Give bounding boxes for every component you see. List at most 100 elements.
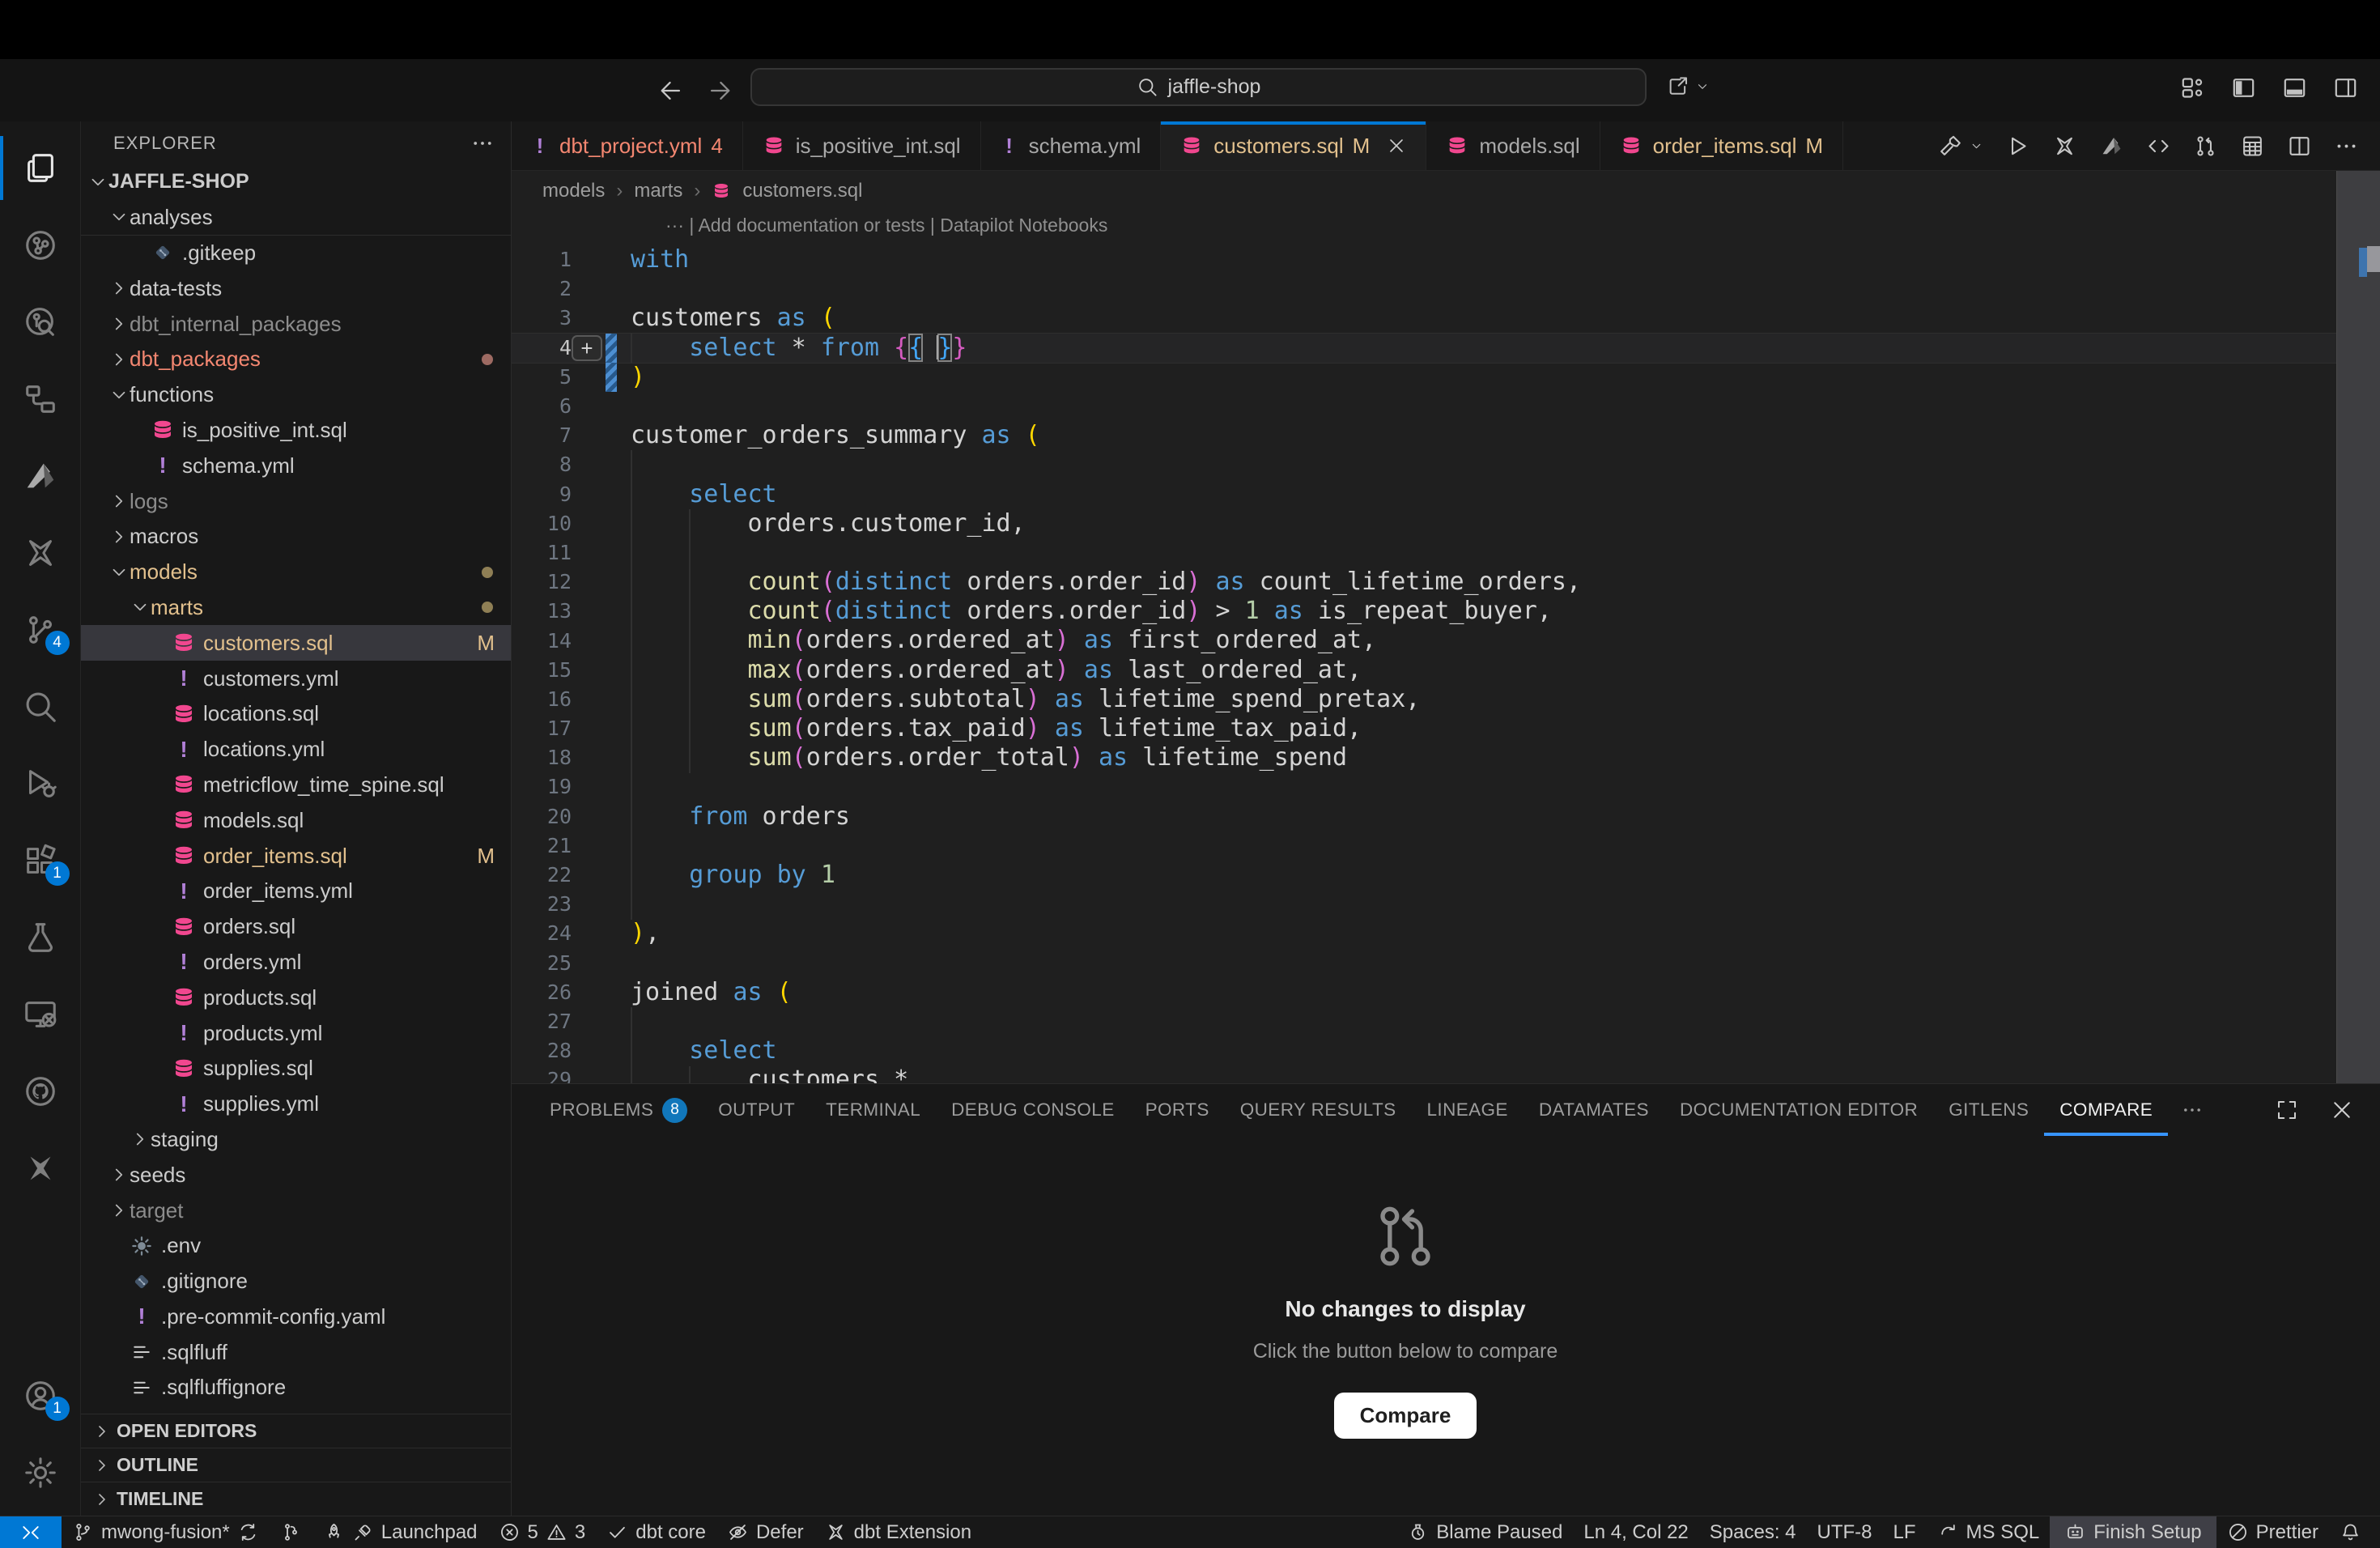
tab-schema.yml[interactable]: !schema.yml — [981, 121, 1162, 170]
status-prettier[interactable]: Prettier — [2216, 1516, 2329, 1548]
code-line-19[interactable]: 19 — [512, 772, 2336, 802]
dbt-power-user-icon[interactable] — [2052, 134, 2077, 159]
tree-item-locations.yml[interactable]: !locations.yml — [81, 732, 511, 768]
layout-panel-icon[interactable] — [2281, 74, 2308, 101]
code-line-16[interactable]: 16 sum(orders.subtotal) as lifetime_spen… — [512, 685, 2336, 714]
tree-item-seeds[interactable]: seeds — [81, 1157, 511, 1193]
code-line-21[interactable]: 21 — [512, 831, 2336, 861]
code-line-3[interactable]: 3customers as ( — [512, 304, 2336, 333]
command-center-search[interactable]: jaffle-shop — [750, 68, 1647, 106]
tree-item-metricflow_time_spine.sql[interactable]: metricflow_time_spine.sql — [81, 768, 511, 803]
scrollbar-thumb[interactable] — [2367, 246, 2380, 272]
tree-item-data-tests[interactable]: data-tests — [81, 270, 511, 306]
codelens-actions[interactable]: ··· | Add documentation or tests | Datap… — [665, 215, 1107, 236]
activity-item-remote-explorer[interactable] — [0, 976, 81, 1053]
tree-item-.sqlfluffignore[interactable]: .sqlfluffignore — [81, 1370, 511, 1406]
code-line-26[interactable]: 26joined as ( — [512, 978, 2336, 1007]
code-line-9[interactable]: 9 select — [512, 480, 2336, 509]
tree-item-schema.yml[interactable]: !schema.yml — [81, 448, 511, 483]
close-panel-icon[interactable] — [2330, 1098, 2354, 1122]
section-outline[interactable]: OUTLINE — [81, 1448, 511, 1482]
code-line-10[interactable]: 10 orders.customer_id, — [512, 509, 2336, 538]
code-line-1[interactable]: 1with — [512, 245, 2336, 274]
status-problems[interactable]: 53 — [488, 1516, 597, 1548]
status-finish-setup[interactable]: Finish Setup — [2050, 1516, 2216, 1548]
tab-models.sql[interactable]: models.sql — [1426, 121, 1600, 170]
code-line-4[interactable]: 4+ select * from {{ }} — [512, 334, 2336, 363]
tree-item-orders.sql[interactable]: orders.sql — [81, 909, 511, 945]
status-branch[interactable]: mwong-fusion* — [62, 1516, 270, 1548]
tree-item-dbt_packages[interactable]: dbt_packages — [81, 342, 511, 377]
code-line-11[interactable]: 11 — [512, 538, 2336, 568]
remote-indicator[interactable] — [0, 1516, 62, 1548]
share-button[interactable] — [1666, 74, 1710, 99]
panel-tab-query-results[interactable]: QUERY RESULTS — [1225, 1084, 1412, 1136]
panel-tab-output[interactable]: OUTPUT — [703, 1084, 810, 1136]
tree-item-orders.yml[interactable]: !orders.yml — [81, 945, 511, 980]
code-line-12[interactable]: 12 count(distinct orders.order_id) as co… — [512, 568, 2336, 597]
tree-item-logs[interactable]: logs — [81, 483, 511, 519]
panel-tab-compare[interactable]: COMPARE — [2044, 1084, 2168, 1136]
activity-item-lineage[interactable] — [0, 360, 81, 437]
activity-item-testing[interactable] — [0, 899, 81, 976]
code-line-14[interactable]: 14 min(orders.ordered_at) as first_order… — [512, 626, 2336, 655]
status-cursor-position[interactable]: Ln 4, Col 22 — [1573, 1516, 1698, 1548]
status-defer[interactable]: Defer — [716, 1516, 814, 1548]
activity-item-dbt-power-user[interactable] — [0, 514, 81, 591]
status-dbt-core[interactable]: dbt core — [596, 1516, 716, 1548]
code-line-7[interactable]: 7customer_orders_summary as ( — [512, 421, 2336, 450]
code-line-18[interactable]: 18 sum(orders.order_total) as lifetime_s… — [512, 743, 2336, 772]
status-eol[interactable]: LF — [1883, 1516, 1927, 1548]
tree-item-customers.yml[interactable]: !customers.yml — [81, 661, 511, 696]
layout-sidebar-left-icon[interactable] — [2230, 74, 2257, 101]
tree-item-products.sql[interactable]: products.sql — [81, 980, 511, 1015]
tree-item-dbt_internal_packages[interactable]: dbt_internal_packages — [81, 306, 511, 342]
activity-item-dbt-power-user-alt[interactable] — [0, 1129, 81, 1206]
panel-tab-ports[interactable]: PORTS — [1130, 1084, 1225, 1136]
tree-item-products.yml[interactable]: !products.yml — [81, 1015, 511, 1051]
code-line-25[interactable]: 25 — [512, 949, 2336, 978]
tree-item-order_items.sql[interactable]: order_items.sqlM — [81, 838, 511, 874]
breadcrumb[interactable]: models›marts›customers.sql — [512, 171, 2380, 211]
tab-customers.sql[interactable]: customers.sqlM — [1161, 121, 1426, 170]
status-launchpad[interactable]: Launchpad — [312, 1516, 488, 1548]
section-timeline[interactable]: TIMELINE — [81, 1482, 511, 1516]
split-editor-icon[interactable] — [2287, 134, 2312, 159]
tree-item-.env[interactable]: .env — [81, 1228, 511, 1264]
panel-tab-gitlens[interactable]: GITLENS — [1933, 1084, 2044, 1136]
activity-item-github[interactable] — [0, 1053, 81, 1129]
tree-item-jaffle-shop[interactable]: JAFFLE-SHOP — [81, 164, 511, 200]
status-notifications[interactable] — [2329, 1516, 2372, 1548]
tree-item-staging[interactable]: staging — [81, 1122, 511, 1158]
code-line-22[interactable]: 22 group by 1 — [512, 861, 2336, 890]
nav-back-icon[interactable] — [657, 77, 685, 104]
tree-item-supplies.sql[interactable]: supplies.sql — [81, 1051, 511, 1087]
code-line-24[interactable]: 24), — [512, 919, 2336, 948]
status-blame[interactable]: Blame Paused — [1396, 1516, 1573, 1548]
panel-tab-lineage[interactable]: LINEAGE — [1412, 1084, 1524, 1136]
code-line-28[interactable]: 28 select — [512, 1036, 2336, 1065]
status-encoding[interactable]: UTF-8 — [1807, 1516, 1883, 1548]
status-language-mode[interactable]: MS SQL — [1927, 1516, 2051, 1548]
status-dbt-extension[interactable]: dbt Extension — [814, 1516, 982, 1548]
breadcrumb-item[interactable]: customers.sql — [742, 180, 862, 202]
build-tool-icon[interactable] — [1937, 134, 1962, 159]
tree-item-models[interactable]: models — [81, 555, 511, 590]
tree-item-macros[interactable]: macros — [81, 519, 511, 555]
git-pull-request-icon[interactable] — [2193, 134, 2218, 159]
tree-item-analyses[interactable]: analyses — [81, 200, 511, 236]
panel-tab-datamates[interactable]: DATAMATES — [1524, 1084, 1664, 1136]
tree-item-models.sql[interactable]: models.sql — [81, 802, 511, 838]
tree-item-.sqlfluff[interactable]: .sqlfluff — [81, 1334, 511, 1370]
activity-item-run-and-debug[interactable] — [0, 745, 81, 822]
activity-item-settings[interactable] — [0, 1434, 81, 1511]
tree-item-.pre-commit-config.yaml[interactable]: !.pre-commit-config.yaml — [81, 1299, 511, 1335]
code-line-29[interactable]: 29 customers.*, — [512, 1065, 2336, 1083]
tab-order_items.sql[interactable]: order_items.sqlM — [1600, 121, 1843, 170]
run-icon[interactable] — [2005, 134, 2030, 159]
code-area[interactable]: 1with23customers as (4+ select * from {{… — [512, 245, 2336, 1083]
code-line-5[interactable]: 5) — [512, 363, 2336, 392]
query-table-icon[interactable] — [2240, 134, 2265, 159]
tree-item-.gitignore[interactable]: .gitignore — [81, 1264, 511, 1299]
activity-item-extensions[interactable]: 1 — [0, 822, 81, 899]
